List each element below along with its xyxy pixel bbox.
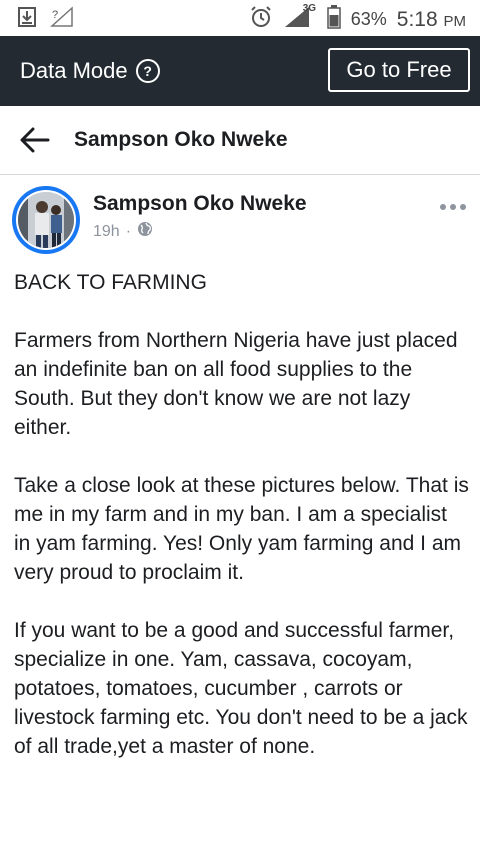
- post-paragraph: BACK TO FARMING: [14, 271, 207, 294]
- post-body: BACK TO FARMING Farmers from Northern Ni…: [14, 268, 469, 790]
- avatar-photo: [18, 192, 74, 248]
- globe-icon: [137, 221, 153, 242]
- post-author[interactable]: Sampson Oko Nweke: [93, 192, 307, 216]
- data-mode-bar: Data Mode ? Go to Free: [0, 36, 480, 106]
- battery-percent: 63%: [350, 9, 387, 29]
- avatar[interactable]: [12, 186, 80, 254]
- back-arrow-icon[interactable]: [18, 126, 52, 154]
- download-icon: [18, 7, 36, 32]
- post-paragraph: If you want to be a good and successful …: [14, 619, 468, 758]
- battery-icon: [327, 5, 341, 34]
- more-options-icon[interactable]: [440, 204, 466, 210]
- post-paragraph: Farmers from Northern Nigeria have just …: [14, 329, 458, 439]
- clock: 5:18 PM: [396, 7, 466, 31]
- status-bar: ? 3G 63% 5:18 PM: [0, 0, 480, 36]
- meta-separator: ·: [125, 222, 132, 240]
- post-time[interactable]: 19h: [93, 223, 120, 241]
- data-mode-label[interactable]: Data Mode ?: [20, 58, 160, 84]
- go-to-free-button[interactable]: Go to Free: [328, 48, 470, 92]
- post-paragraph: Take a close look at these pictures belo…: [14, 474, 469, 584]
- signal-strength-icon: 3G: [283, 3, 317, 34]
- network-type: 3G: [302, 3, 317, 14]
- signal-icon: ?: [50, 6, 74, 33]
- post-meta: 19h ·: [93, 221, 153, 242]
- page-title: Sampson Oko Nweke: [74, 128, 288, 151]
- help-icon[interactable]: ?: [135, 59, 160, 83]
- page-header: Sampson Oko Nweke: [0, 106, 480, 175]
- svg-text:?: ?: [52, 9, 58, 21]
- alarm-icon: [249, 5, 273, 34]
- data-mode-text: Data Mode: [20, 58, 128, 83]
